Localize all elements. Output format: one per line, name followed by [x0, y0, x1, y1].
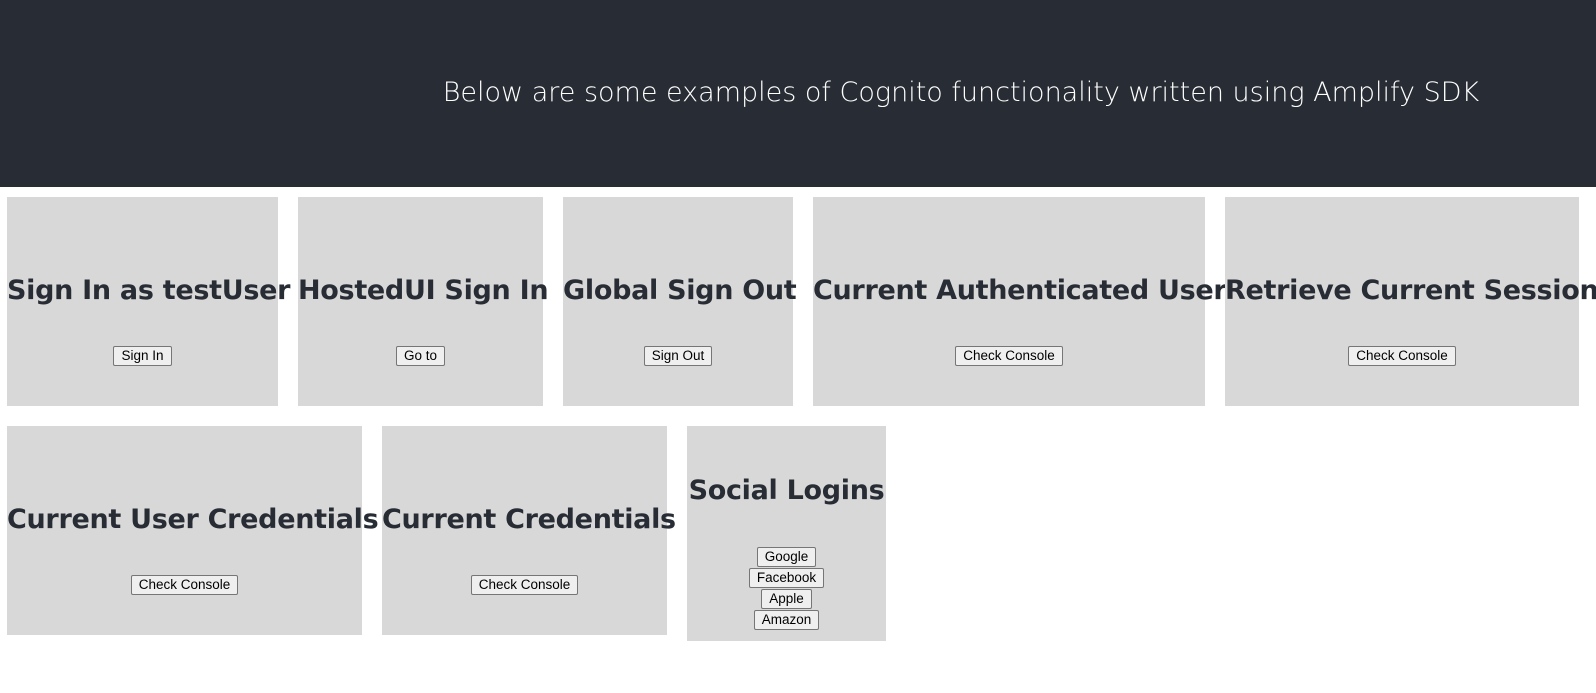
sign-out-button[interactable]: Sign Out [643, 346, 713, 366]
amazon-login-button[interactable]: Amazon [753, 610, 820, 630]
go-to-hosted-ui-button[interactable]: Go to [395, 346, 446, 366]
card-title: Global Sign Out [563, 275, 797, 306]
check-console-button[interactable]: Check Console [130, 575, 239, 595]
card-current-user-credentials: Current User Credentials Check Console [7, 426, 379, 635]
card-title: Current Credentials [382, 504, 676, 535]
sign-in-button[interactable]: Sign In [113, 346, 172, 366]
check-console-button[interactable]: Check Console [955, 346, 1063, 366]
card-hosted-ui-sign-in: HostedUI Sign In Go to [298, 197, 549, 406]
card-title: Current User Credentials [7, 504, 379, 535]
check-console-button[interactable]: Check Console [470, 575, 579, 595]
card-title: Sign In as testUser [7, 275, 291, 306]
card-title: HostedUI Sign In [298, 275, 549, 306]
google-login-button[interactable]: Google [756, 547, 817, 567]
card-global-sign-out: Global Sign Out Sign Out [563, 197, 797, 406]
card-retrieve-current-session: Retrieve Current Session Check Console [1225, 197, 1596, 406]
card-title: Current Authenticated User [813, 275, 1227, 306]
card-title: Retrieve Current Session [1225, 275, 1596, 306]
card-current-authenticated-user: Current Authenticated User Check Console [813, 197, 1227, 406]
check-console-button[interactable]: Check Console [1348, 346, 1456, 366]
page-header: Below are some examples of Cognito funct… [0, 0, 1596, 187]
card-sign-in-test-user: Sign In as testUser Sign In [7, 197, 291, 406]
card-current-credentials: Current Credentials Check Console [382, 426, 676, 635]
header-intro-text: Below are some examples of Cognito funct… [442, 77, 1480, 108]
apple-login-button[interactable]: Apple [761, 589, 812, 609]
card-title: Social Logins [688, 475, 885, 506]
card-social-logins: Social Logins Google Facebook Apple Amaz… [687, 426, 886, 641]
facebook-login-button[interactable]: Facebook [748, 568, 825, 588]
